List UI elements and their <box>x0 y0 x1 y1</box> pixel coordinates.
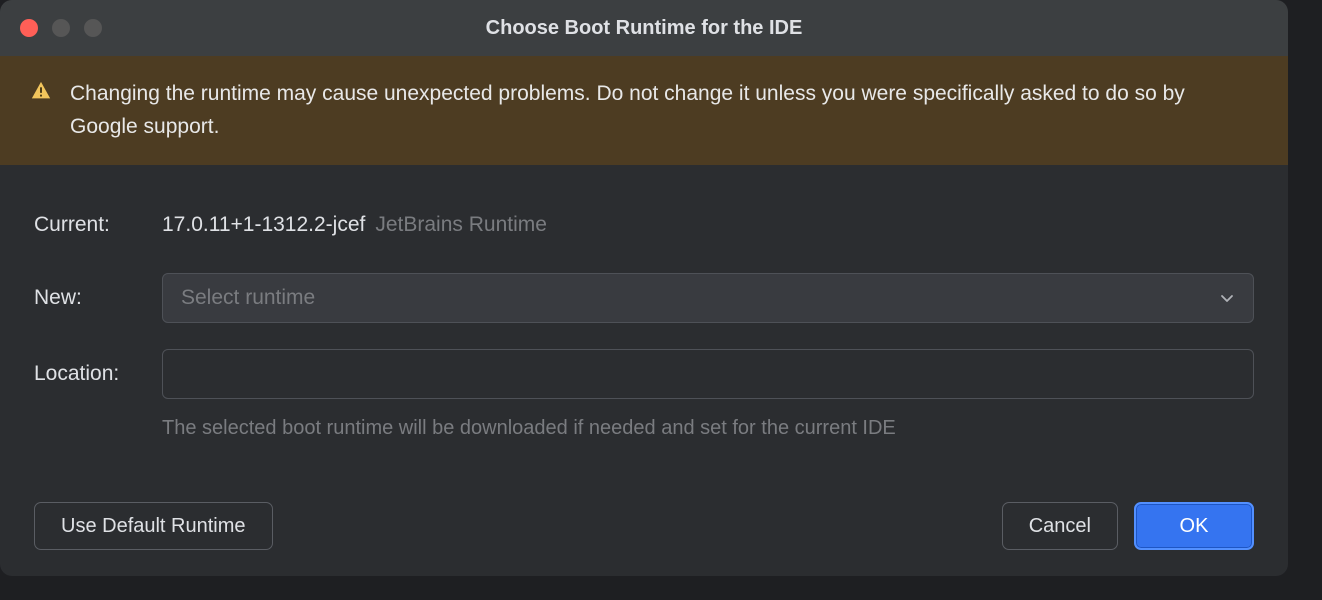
runtime-select-placeholder: Select runtime <box>181 286 315 310</box>
current-runtime-vendor: JetBrains Runtime <box>375 213 547 237</box>
runtime-select-dropdown[interactable]: Select runtime <box>162 273 1254 323</box>
location-label: Location: <box>34 362 162 386</box>
chevron-down-icon <box>1219 290 1235 306</box>
cancel-button[interactable]: Cancel <box>1002 502 1118 550</box>
close-window-button[interactable] <box>20 19 38 37</box>
location-row: Location: <box>34 349 1254 399</box>
helper-row: The selected boot runtime will be downlo… <box>162 417 1254 440</box>
current-runtime-row: Current: 17.0.11+1-1312.2-jcef JetBrains… <box>34 203 1254 247</box>
dialog-content: Current: 17.0.11+1-1312.2-jcef JetBrains… <box>0 165 1288 484</box>
warning-icon <box>30 80 52 102</box>
dialog-title: Choose Boot Runtime for the IDE <box>18 17 1270 40</box>
dialog-titlebar: Choose Boot Runtime for the IDE <box>0 0 1288 56</box>
new-label: New: <box>34 286 162 310</box>
current-runtime-version: 17.0.11+1-1312.2-jcef <box>162 213 365 237</box>
minimize-window-button[interactable] <box>52 19 70 37</box>
dialog-button-bar: Use Default Runtime Cancel OK <box>0 484 1288 576</box>
warning-text: Changing the runtime may cause unexpecte… <box>70 78 1258 143</box>
helper-text: The selected boot runtime will be downlo… <box>162 417 1254 440</box>
choose-boot-runtime-dialog: Choose Boot Runtime for the IDE Changing… <box>0 0 1288 576</box>
ok-button[interactable]: OK <box>1134 502 1254 550</box>
location-input[interactable] <box>162 349 1254 399</box>
warning-banner: Changing the runtime may cause unexpecte… <box>0 56 1288 165</box>
current-label: Current: <box>34 213 162 237</box>
window-controls <box>20 19 102 37</box>
new-runtime-row: New: Select runtime <box>34 273 1254 323</box>
maximize-window-button[interactable] <box>84 19 102 37</box>
use-default-runtime-button[interactable]: Use Default Runtime <box>34 502 273 550</box>
